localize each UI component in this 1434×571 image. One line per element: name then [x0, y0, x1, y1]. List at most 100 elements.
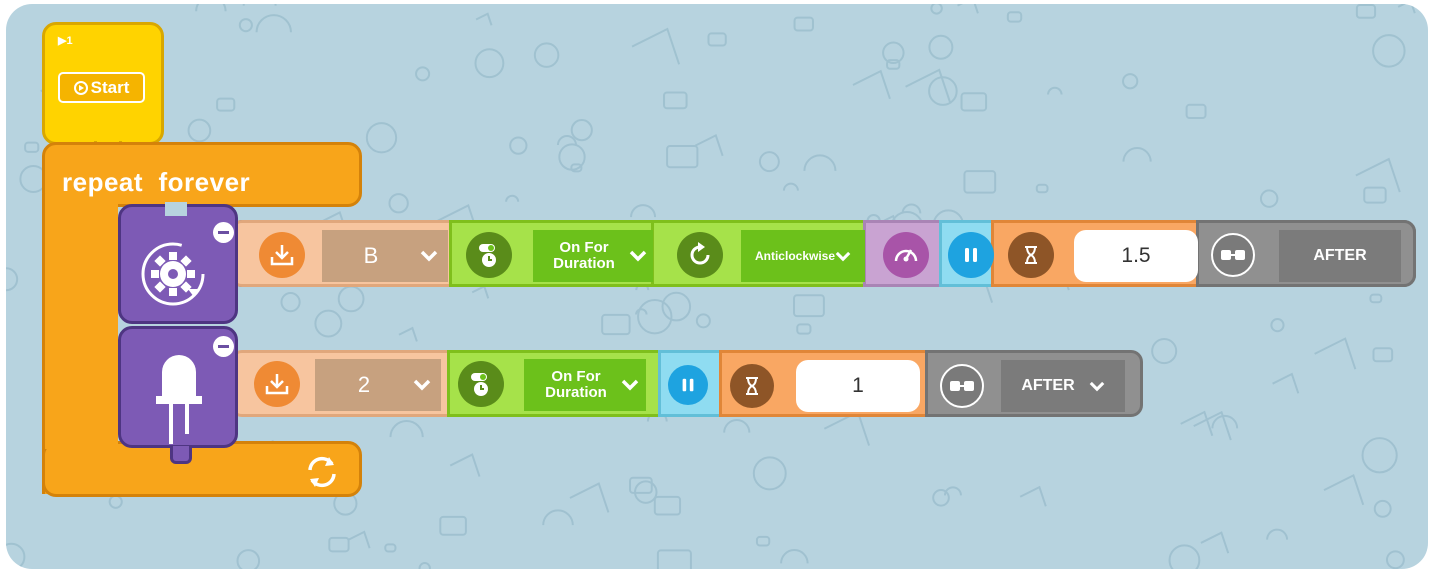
background-doodle [24, 141, 40, 153]
background-doodle [195, 4, 227, 12]
background-doodle [1200, 531, 1230, 554]
mode-dropdown[interactable]: On For Duration [533, 230, 653, 282]
background-doodle [533, 42, 560, 68]
background-doodle [803, 154, 837, 171]
program-canvas[interactable]: ▶1 Start repeat forever B On For Duratio… [6, 4, 1428, 569]
background-doodle [1122, 73, 1139, 90]
remove-block-button[interactable] [213, 222, 234, 243]
link-icon [1221, 250, 1245, 260]
download-icon [265, 374, 289, 395]
background-doodle [823, 410, 871, 446]
background-doodle [471, 284, 490, 299]
after-value: AFTER [1021, 377, 1075, 394]
background-doodle [236, 549, 261, 569]
background-doodle [398, 326, 418, 342]
background-doodle [752, 456, 787, 491]
speed-button[interactable] [883, 232, 929, 278]
led-connector [170, 446, 192, 464]
pause-icon [965, 248, 977, 262]
background-doodle [542, 509, 574, 526]
background-doodle [505, 194, 520, 202]
background-doodle [1019, 485, 1047, 507]
hourglass-icon [1025, 246, 1037, 264]
background-doodle [280, 292, 301, 313]
background-doodle [1373, 499, 1392, 518]
remove-block-button[interactable] [213, 336, 234, 357]
port-value: B [363, 243, 379, 268]
background-doodle [1035, 183, 1049, 194]
background-doodle [957, 4, 979, 14]
repeat-block-fill [45, 194, 118, 454]
background-doodle [780, 549, 809, 564]
background-doodle [474, 48, 505, 79]
direction-toggle[interactable] [677, 232, 723, 278]
background-doodle [509, 136, 528, 155]
chevron-down-icon [629, 250, 647, 262]
background-doodle [475, 12, 493, 26]
repeat-block-join [45, 434, 118, 449]
duration-input[interactable]: 1 [796, 360, 920, 412]
background-doodle [653, 495, 682, 516]
background-doodle [216, 97, 236, 112]
after-dropdown[interactable]: AFTER [1001, 360, 1125, 412]
timer-toggle[interactable] [466, 232, 512, 278]
step-number: ▶1 [58, 35, 73, 47]
background-doodle [1006, 11, 1023, 23]
chevron-down-icon [1089, 381, 1104, 391]
background-doodle [656, 549, 692, 569]
background-doodle [365, 122, 398, 154]
port-toggle[interactable] [259, 232, 305, 278]
link-button[interactable] [940, 364, 984, 408]
mode-value: On For Duration [545, 368, 607, 401]
mode-dropdown[interactable]: On For Duration [524, 359, 646, 411]
pause-button[interactable] [668, 365, 708, 405]
background-doodle [187, 118, 212, 143]
port-toggle[interactable] [254, 361, 300, 407]
background-doodle [388, 193, 409, 214]
timer-toggle[interactable] [458, 361, 504, 407]
background-doodle [723, 419, 751, 433]
background-doodle [1361, 437, 1398, 474]
background-doodle [328, 536, 350, 553]
timer-button[interactable] [730, 364, 774, 408]
timer-button[interactable] [1008, 232, 1054, 278]
port-dropdown[interactable]: B [322, 230, 448, 282]
background-doodle [932, 488, 950, 507]
background-doodle [852, 69, 891, 100]
direction-value: Anticlockwise [754, 249, 836, 263]
play-circle-icon [73, 80, 88, 95]
background-doodle [629, 476, 653, 494]
background-doodle [347, 530, 371, 549]
port-value: 2 [357, 372, 371, 397]
background-doodle [601, 313, 631, 336]
after-dropdown[interactable]: AFTER [1279, 230, 1401, 282]
background-doodle [666, 144, 699, 169]
download-icon [270, 245, 294, 266]
duration-value: 1.5 [1121, 244, 1151, 267]
duration-value: 1 [852, 374, 864, 397]
background-doodle [661, 291, 692, 322]
chevron-down-icon [835, 251, 851, 261]
pause-button[interactable] [948, 232, 994, 278]
hourglass-icon [746, 377, 758, 395]
start-button[interactable]: Start [58, 72, 145, 103]
background-doodle [782, 182, 799, 191]
direction-dropdown[interactable]: Anticlockwise [741, 230, 865, 282]
background-doodle [960, 92, 988, 112]
background-doodle [389, 420, 424, 438]
background-doodle [314, 309, 343, 338]
background-doodle [758, 151, 780, 173]
port-dropdown[interactable]: 2 [315, 359, 441, 411]
background-doodle [1397, 4, 1416, 14]
chevron-down-icon [413, 379, 431, 391]
mode-value: On For Duration [553, 239, 615, 272]
notch [165, 202, 187, 216]
after-value: AFTER [1313, 247, 1367, 264]
background-doodle [1355, 4, 1377, 19]
background-doodle [255, 14, 292, 33]
link-button[interactable] [1211, 233, 1255, 277]
start-label: Start [90, 77, 130, 97]
timer-toggle-icon [471, 373, 488, 396]
duration-input[interactable]: 1.5 [1074, 230, 1198, 282]
background-doodle [570, 119, 593, 142]
